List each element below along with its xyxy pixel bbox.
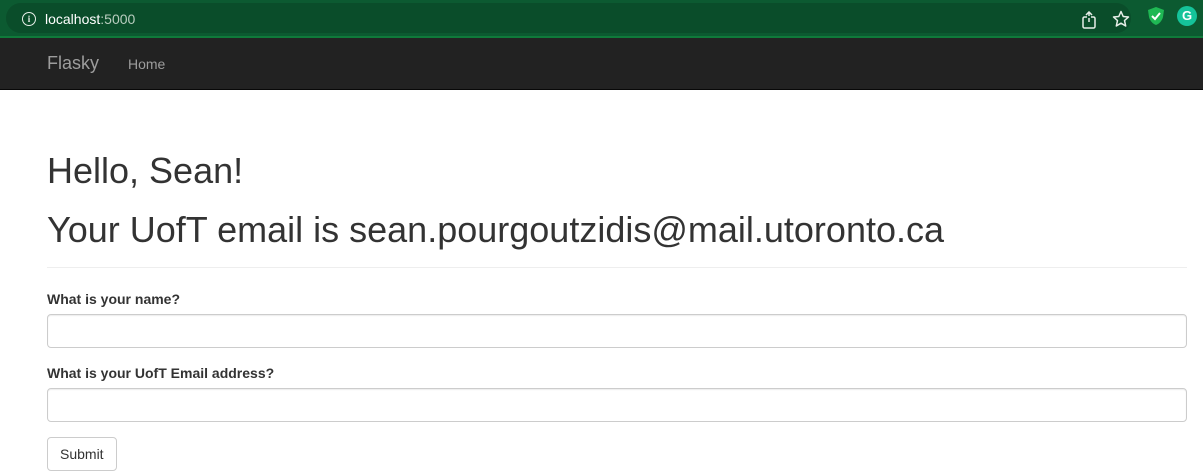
email-input[interactable]: [47, 388, 1187, 422]
email-message: Your UofT email is sean.pourgoutzidis@ma…: [47, 209, 945, 250]
url-host: localhost: [45, 11, 101, 27]
info-icon[interactable]: i: [22, 12, 36, 26]
address-text[interactable]: localhost:5000: [45, 11, 135, 27]
bookmark-star-icon[interactable]: [1112, 10, 1130, 28]
page-greeting: Hello, Sean!: [47, 150, 244, 191]
header-divider: [47, 267, 1187, 268]
browser-toolbar: i localhost:5000 G: [0, 0, 1203, 38]
submit-button[interactable]: Submit: [47, 437, 117, 471]
email-label: What is your UofT Email address?: [47, 365, 275, 381]
grammarly-extension-icon[interactable]: G: [1177, 6, 1197, 26]
share-icon[interactable]: [1081, 11, 1097, 29]
name-label: What is your name?: [47, 291, 181, 307]
navbar: Flasky Home: [0, 38, 1203, 90]
name-input[interactable]: [47, 314, 1187, 348]
shield-extension-icon[interactable]: [1146, 6, 1166, 26]
nav-item-home[interactable]: Home: [128, 56, 165, 72]
url-port: :5000: [100, 11, 136, 27]
address-bar[interactable]: i localhost:5000: [6, 3, 1131, 33]
navbar-brand[interactable]: Flasky: [47, 53, 99, 74]
